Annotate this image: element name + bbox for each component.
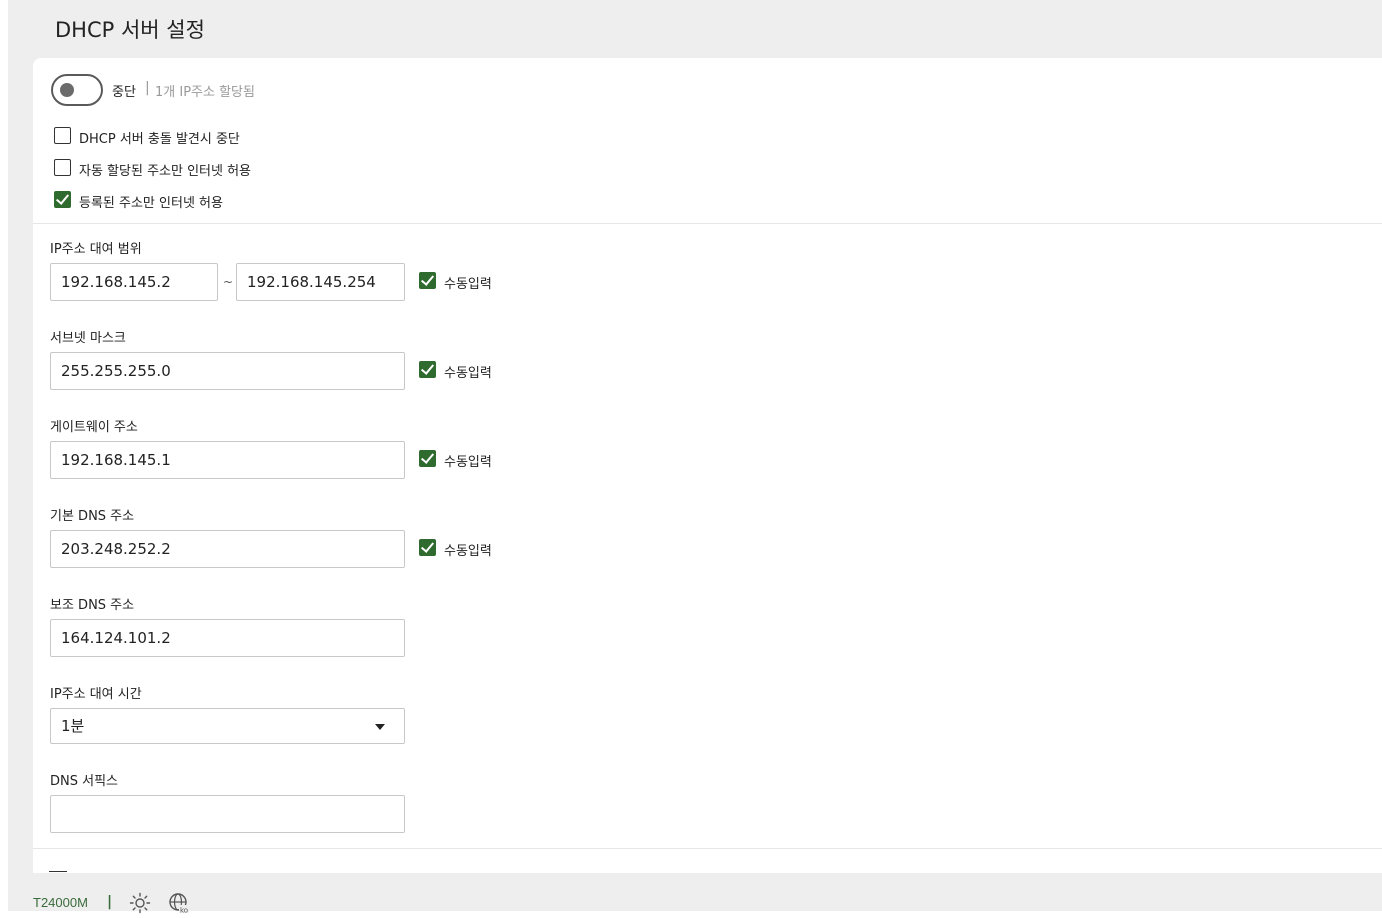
lease-time-select[interactable]: 1분 xyxy=(50,708,405,744)
secondary-dns-input[interactable]: 164.124.101.2 xyxy=(50,619,405,657)
option-checkbox-auto-only[interactable] xyxy=(54,159,71,176)
dhcp-server-toggle[interactable] xyxy=(51,74,103,106)
option-checkbox-conflict-stop[interactable] xyxy=(54,127,71,144)
gateway-label: 게이트웨이 주소 xyxy=(50,420,138,435)
toggle-knob xyxy=(60,83,74,97)
section-divider xyxy=(33,223,1382,224)
svg-text:ko: ko xyxy=(180,907,188,915)
option-checkbox-registered-only[interactable] xyxy=(54,191,71,208)
assigned-ip-count: 1개 IP주소 할당됨 xyxy=(155,85,255,100)
primary-dns-manual-label: 수동입력 xyxy=(444,544,492,559)
secondary-dns-label: 보조 DNS 주소 xyxy=(50,598,135,613)
subnet-mask-input[interactable]: 255.255.255.0 xyxy=(50,352,405,390)
option-label-registered-only: 등록된 주소만 인터넷 허용 xyxy=(79,196,223,211)
primary-dns-input[interactable]: 203.248.252.2 xyxy=(50,530,405,568)
page-title: DHCP 서버 설정 xyxy=(55,18,205,42)
settings-panel: 중단 | 1개 IP주소 할당됨 DHCP 서버 충돌 발견시 중단 자동 할당… xyxy=(33,58,1382,873)
option-label-conflict-stop: DHCP 서버 충돌 발견시 중단 xyxy=(79,132,240,147)
ip-range-manual-checkbox[interactable] xyxy=(419,272,436,289)
toggle-state-label: 중단 xyxy=(112,85,136,100)
ip-range-start-input[interactable]: 192.168.145.2 xyxy=(50,263,218,301)
device-model: T24000M xyxy=(33,895,88,910)
subnet-mask-manual-label: 수동입력 xyxy=(444,366,492,381)
dns-suffix-input[interactable] xyxy=(50,795,405,833)
partial-checkbox[interactable] xyxy=(49,871,67,873)
ip-range-label: IP주소 대여 범위 xyxy=(50,242,142,257)
gateway-input[interactable]: 192.168.145.1 xyxy=(50,441,405,479)
gateway-manual-label: 수동입력 xyxy=(444,455,492,470)
gateway-manual-checkbox[interactable] xyxy=(419,450,436,467)
ip-range-end-input[interactable]: 192.168.145.254 xyxy=(236,263,405,301)
subnet-mask-label: 서브넷 마스크 xyxy=(50,331,126,346)
caret-down-icon xyxy=(375,724,385,730)
lease-time-selected: 1분 xyxy=(61,717,85,735)
toggle-separator: | xyxy=(145,80,150,96)
option-label-auto-only: 자동 할당된 주소만 인터넷 허용 xyxy=(79,164,252,179)
section-divider-bottom xyxy=(33,848,1382,849)
primary-dns-manual-checkbox[interactable] xyxy=(419,539,436,556)
primary-dns-label: 기본 DNS 주소 xyxy=(50,509,135,524)
ip-range-manual-label: 수동입력 xyxy=(444,277,492,292)
lease-time-label: IP주소 대여 시간 xyxy=(50,687,142,702)
dns-suffix-label: DNS 서픽스 xyxy=(50,774,118,789)
subnet-mask-manual-checkbox[interactable] xyxy=(419,361,436,378)
ip-range-separator: ~ xyxy=(223,275,234,289)
footer-separator: | xyxy=(107,894,113,910)
